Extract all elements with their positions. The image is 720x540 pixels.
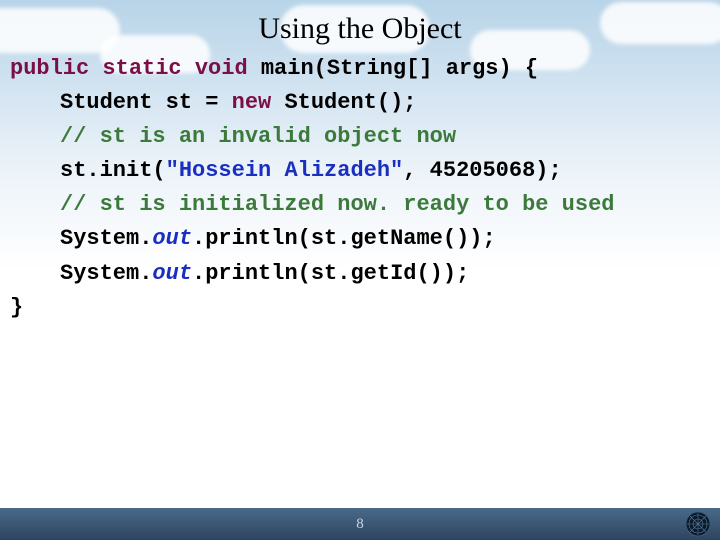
footer-bar: 8	[0, 508, 720, 540]
code-text: , 45205068);	[403, 158, 561, 183]
code-line: }	[10, 291, 710, 325]
comment: // st is an invalid object now	[60, 124, 456, 149]
keyword: static	[102, 56, 181, 81]
comment: // st is initialized now. ready to be us…	[60, 192, 615, 217]
code-text	[89, 56, 102, 81]
code-text: }	[10, 295, 23, 320]
code-text	[182, 56, 195, 81]
institution-logo-icon	[684, 510, 712, 538]
field: out	[152, 226, 192, 251]
code-text: .println(st.getName());	[192, 226, 496, 251]
code-text: System.	[60, 261, 152, 286]
code-text: Student();	[271, 90, 416, 115]
string-literal: "Hossein Alizadeh"	[166, 158, 404, 183]
code-line: System.out.println(st.getId());	[10, 257, 710, 291]
code-line: public static void main(String[] args) {	[10, 52, 710, 86]
code-text: st.init(	[60, 158, 166, 183]
keyword: new	[232, 90, 272, 115]
code-block: public static void main(String[] args) {…	[0, 52, 720, 325]
keyword: public	[10, 56, 89, 81]
code-line: // st is initialized now. ready to be us…	[10, 188, 710, 222]
slide-title: Using the Object	[0, 0, 720, 52]
field: out	[152, 261, 192, 286]
code-line: Student st = new Student();	[10, 86, 710, 120]
code-text: Student st =	[60, 90, 232, 115]
code-text: System.	[60, 226, 152, 251]
keyword: void	[195, 56, 248, 81]
code-text: main(String[] args) {	[248, 56, 538, 81]
code-line: st.init("Hossein Alizadeh", 45205068);	[10, 154, 710, 188]
code-line: // st is an invalid object now	[10, 120, 710, 154]
page-number: 8	[356, 516, 364, 533]
code-line: System.out.println(st.getName());	[10, 222, 710, 256]
code-text: .println(st.getId());	[192, 261, 469, 286]
